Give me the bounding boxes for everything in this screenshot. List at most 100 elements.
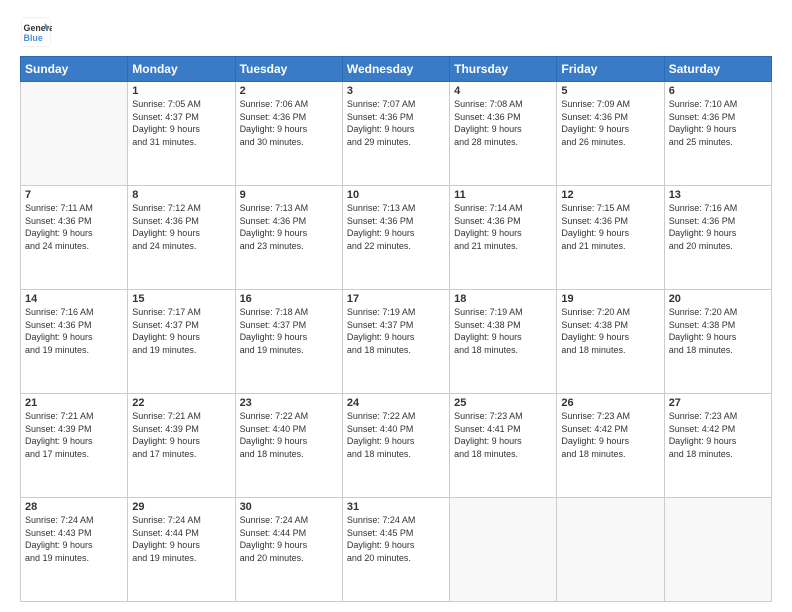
calendar-header-friday: Friday	[557, 57, 664, 82]
calendar-cell: 12Sunrise: 7:15 AM Sunset: 4:36 PM Dayli…	[557, 186, 664, 290]
day-number: 1	[132, 85, 230, 97]
calendar-cell: 19Sunrise: 7:20 AM Sunset: 4:38 PM Dayli…	[557, 290, 664, 394]
calendar-cell: 16Sunrise: 7:18 AM Sunset: 4:37 PM Dayli…	[235, 290, 342, 394]
calendar-cell: 9Sunrise: 7:13 AM Sunset: 4:36 PM Daylig…	[235, 186, 342, 290]
day-number: 16	[240, 293, 338, 305]
day-number: 27	[669, 397, 767, 409]
day-info: Sunrise: 7:07 AM Sunset: 4:36 PM Dayligh…	[347, 98, 445, 148]
day-number: 15	[132, 293, 230, 305]
day-info: Sunrise: 7:12 AM Sunset: 4:36 PM Dayligh…	[132, 202, 230, 252]
day-info: Sunrise: 7:22 AM Sunset: 4:40 PM Dayligh…	[240, 410, 338, 460]
day-number: 12	[561, 189, 659, 201]
day-number: 6	[669, 85, 767, 97]
calendar-week-4: 28Sunrise: 7:24 AM Sunset: 4:43 PM Dayli…	[21, 498, 772, 602]
day-number: 28	[25, 501, 123, 513]
calendar-cell: 17Sunrise: 7:19 AM Sunset: 4:37 PM Dayli…	[342, 290, 449, 394]
calendar-header-row: SundayMondayTuesdayWednesdayThursdayFrid…	[21, 57, 772, 82]
calendar-cell	[21, 82, 128, 186]
calendar-cell: 7Sunrise: 7:11 AM Sunset: 4:36 PM Daylig…	[21, 186, 128, 290]
calendar-cell: 26Sunrise: 7:23 AM Sunset: 4:42 PM Dayli…	[557, 394, 664, 498]
day-number: 30	[240, 501, 338, 513]
day-info: Sunrise: 7:19 AM Sunset: 4:37 PM Dayligh…	[347, 306, 445, 356]
day-info: Sunrise: 7:21 AM Sunset: 4:39 PM Dayligh…	[25, 410, 123, 460]
logo: General Blue	[20, 16, 52, 48]
day-info: Sunrise: 7:13 AM Sunset: 4:36 PM Dayligh…	[347, 202, 445, 252]
calendar-cell: 8Sunrise: 7:12 AM Sunset: 4:36 PM Daylig…	[128, 186, 235, 290]
calendar-header-monday: Monday	[128, 57, 235, 82]
day-info: Sunrise: 7:19 AM Sunset: 4:38 PM Dayligh…	[454, 306, 552, 356]
calendar-cell	[557, 498, 664, 602]
day-info: Sunrise: 7:23 AM Sunset: 4:41 PM Dayligh…	[454, 410, 552, 460]
day-info: Sunrise: 7:20 AM Sunset: 4:38 PM Dayligh…	[561, 306, 659, 356]
calendar-cell	[450, 498, 557, 602]
calendar-cell: 10Sunrise: 7:13 AM Sunset: 4:36 PM Dayli…	[342, 186, 449, 290]
day-info: Sunrise: 7:24 AM Sunset: 4:43 PM Dayligh…	[25, 514, 123, 564]
calendar-cell: 29Sunrise: 7:24 AM Sunset: 4:44 PM Dayli…	[128, 498, 235, 602]
day-number: 23	[240, 397, 338, 409]
calendar-cell: 20Sunrise: 7:20 AM Sunset: 4:38 PM Dayli…	[664, 290, 771, 394]
calendar-cell: 28Sunrise: 7:24 AM Sunset: 4:43 PM Dayli…	[21, 498, 128, 602]
day-number: 8	[132, 189, 230, 201]
calendar-header-wednesday: Wednesday	[342, 57, 449, 82]
day-number: 19	[561, 293, 659, 305]
day-number: 7	[25, 189, 123, 201]
day-number: 24	[347, 397, 445, 409]
day-info: Sunrise: 7:08 AM Sunset: 4:36 PM Dayligh…	[454, 98, 552, 148]
day-number: 14	[25, 293, 123, 305]
day-number: 25	[454, 397, 552, 409]
svg-text:Blue: Blue	[24, 33, 43, 43]
logo-icon: General Blue	[20, 16, 52, 48]
calendar-header-thursday: Thursday	[450, 57, 557, 82]
day-info: Sunrise: 7:09 AM Sunset: 4:36 PM Dayligh…	[561, 98, 659, 148]
day-info: Sunrise: 7:20 AM Sunset: 4:38 PM Dayligh…	[669, 306, 767, 356]
day-info: Sunrise: 7:24 AM Sunset: 4:44 PM Dayligh…	[240, 514, 338, 564]
day-info: Sunrise: 7:14 AM Sunset: 4:36 PM Dayligh…	[454, 202, 552, 252]
day-number: 11	[454, 189, 552, 201]
calendar-cell: 4Sunrise: 7:08 AM Sunset: 4:36 PM Daylig…	[450, 82, 557, 186]
calendar-cell: 27Sunrise: 7:23 AM Sunset: 4:42 PM Dayli…	[664, 394, 771, 498]
day-number: 29	[132, 501, 230, 513]
calendar-cell: 21Sunrise: 7:21 AM Sunset: 4:39 PM Dayli…	[21, 394, 128, 498]
day-info: Sunrise: 7:11 AM Sunset: 4:36 PM Dayligh…	[25, 202, 123, 252]
day-number: 20	[669, 293, 767, 305]
calendar-cell: 30Sunrise: 7:24 AM Sunset: 4:44 PM Dayli…	[235, 498, 342, 602]
header: General Blue	[20, 16, 772, 48]
calendar-header-saturday: Saturday	[664, 57, 771, 82]
calendar-week-3: 21Sunrise: 7:21 AM Sunset: 4:39 PM Dayli…	[21, 394, 772, 498]
day-info: Sunrise: 7:05 AM Sunset: 4:37 PM Dayligh…	[132, 98, 230, 148]
day-info: Sunrise: 7:23 AM Sunset: 4:42 PM Dayligh…	[561, 410, 659, 460]
day-number: 26	[561, 397, 659, 409]
calendar-week-0: 1Sunrise: 7:05 AM Sunset: 4:37 PM Daylig…	[21, 82, 772, 186]
day-info: Sunrise: 7:17 AM Sunset: 4:37 PM Dayligh…	[132, 306, 230, 356]
day-number: 10	[347, 189, 445, 201]
day-info: Sunrise: 7:21 AM Sunset: 4:39 PM Dayligh…	[132, 410, 230, 460]
day-info: Sunrise: 7:24 AM Sunset: 4:44 PM Dayligh…	[132, 514, 230, 564]
calendar-cell: 3Sunrise: 7:07 AM Sunset: 4:36 PM Daylig…	[342, 82, 449, 186]
day-info: Sunrise: 7:16 AM Sunset: 4:36 PM Dayligh…	[25, 306, 123, 356]
calendar-cell: 14Sunrise: 7:16 AM Sunset: 4:36 PM Dayli…	[21, 290, 128, 394]
day-number: 2	[240, 85, 338, 97]
day-number: 4	[454, 85, 552, 97]
calendar-cell: 31Sunrise: 7:24 AM Sunset: 4:45 PM Dayli…	[342, 498, 449, 602]
day-number: 13	[669, 189, 767, 201]
day-info: Sunrise: 7:06 AM Sunset: 4:36 PM Dayligh…	[240, 98, 338, 148]
calendar-cell: 22Sunrise: 7:21 AM Sunset: 4:39 PM Dayli…	[128, 394, 235, 498]
calendar-cell: 1Sunrise: 7:05 AM Sunset: 4:37 PM Daylig…	[128, 82, 235, 186]
calendar-table: SundayMondayTuesdayWednesdayThursdayFrid…	[20, 56, 772, 602]
calendar-cell: 18Sunrise: 7:19 AM Sunset: 4:38 PM Dayli…	[450, 290, 557, 394]
day-number: 3	[347, 85, 445, 97]
calendar-cell: 6Sunrise: 7:10 AM Sunset: 4:36 PM Daylig…	[664, 82, 771, 186]
calendar-cell: 25Sunrise: 7:23 AM Sunset: 4:41 PM Dayli…	[450, 394, 557, 498]
calendar-cell: 2Sunrise: 7:06 AM Sunset: 4:36 PM Daylig…	[235, 82, 342, 186]
calendar-cell: 24Sunrise: 7:22 AM Sunset: 4:40 PM Dayli…	[342, 394, 449, 498]
calendar-cell: 5Sunrise: 7:09 AM Sunset: 4:36 PM Daylig…	[557, 82, 664, 186]
calendar-cell	[664, 498, 771, 602]
calendar-cell: 23Sunrise: 7:22 AM Sunset: 4:40 PM Dayli…	[235, 394, 342, 498]
day-number: 18	[454, 293, 552, 305]
page: General Blue SundayMondayTuesdayWednesda…	[0, 0, 792, 612]
calendar-week-1: 7Sunrise: 7:11 AM Sunset: 4:36 PM Daylig…	[21, 186, 772, 290]
day-number: 22	[132, 397, 230, 409]
day-info: Sunrise: 7:23 AM Sunset: 4:42 PM Dayligh…	[669, 410, 767, 460]
calendar-header-sunday: Sunday	[21, 57, 128, 82]
day-number: 31	[347, 501, 445, 513]
